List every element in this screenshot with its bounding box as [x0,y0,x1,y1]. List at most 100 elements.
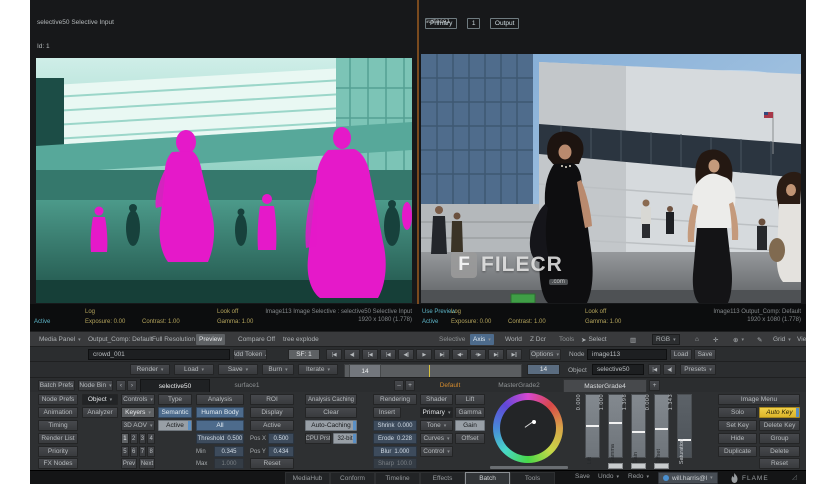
prev-edit-button[interactable]: ◀+ [452,349,468,360]
roi-header[interactable]: ROI [250,394,294,405]
left-exposure-value[interactable]: Exposure: 0.00 [85,319,125,325]
split-view-icon[interactable]: ▥ [627,334,639,345]
viewer-divider[interactable] [417,0,419,304]
shrink-field[interactable]: Shrink 0.000 [373,420,417,431]
page-8-button[interactable]: 8 [147,446,155,457]
save-status[interactable]: Save [575,473,590,480]
auto-caching-toggle[interactable]: Auto-Caching [305,420,357,431]
saturation-slider[interactable]: 1.343 Saturation [668,392,692,468]
home-icon[interactable]: ⌂ [692,334,702,345]
full-resolution-button[interactable]: Full Resolution [149,334,198,345]
render-dropdown[interactable]: Render [130,364,170,375]
page-2-button[interactable]: 2 [129,433,138,444]
left-look-label[interactable]: Look off [217,309,238,315]
hide-button[interactable]: Hide [718,433,757,444]
aov-dropdown[interactable]: 3D AOV [121,420,155,431]
timebar-frame-tab[interactable]: 14 [349,364,381,378]
tab-batch[interactable]: Batch [465,472,510,484]
step-forward-button[interactable]: ▶| [434,349,450,360]
tab-effects[interactable]: Effects [420,472,465,484]
goto-start-button[interactable]: |◀ [326,349,342,360]
analyzer-button[interactable]: Analyzer [82,407,118,418]
primary-dropdown[interactable]: Primary [420,407,453,418]
bit-depth-toggle[interactable]: 32-bit [333,433,357,444]
start-frame-field[interactable]: SF: 1 [288,349,320,360]
world-dropdown[interactable]: World [502,334,525,345]
max-field[interactable]: 1.000 [214,458,244,469]
batch-prefs-button[interactable]: Batch Prefs [38,380,75,391]
curves-dropdown[interactable]: Curves [420,433,453,444]
timing-button[interactable]: Timing [38,420,78,431]
posy-field[interactable]: 0.434 [268,446,294,457]
page-next-button[interactable]: Next [139,458,155,469]
right-exposure-value[interactable]: Exposure: 0.00 [451,319,491,325]
priority-button[interactable]: Priority [38,446,78,457]
object-prev-button[interactable]: |◀ [648,364,661,375]
object-next-button[interactable]: ◀| [663,364,676,375]
channel-dropdown[interactable]: RGB [652,334,680,345]
axis-dropdown[interactable]: Axis [470,334,494,345]
primary-button[interactable]: Primary [425,18,458,29]
insert-button[interactable]: Insert [373,407,401,418]
left-contrast-value[interactable]: Contrast: 1.00 [142,319,180,325]
render-list-button[interactable]: Render List [38,433,78,444]
output-button[interactable]: Output [489,18,520,29]
reset-button[interactable]: Reset [759,458,800,469]
grade-tab-default[interactable]: Default [428,379,472,391]
output-comp-label[interactable]: Output_Comp: Default [85,334,156,345]
next-key-button[interactable]: ▶| [488,349,504,360]
min-field[interactable]: 0.345 [214,446,244,457]
page-prev-button[interactable]: Prev [121,458,137,469]
page-3-button[interactable]: 3 [138,433,147,444]
delete-key-button[interactable]: Delete Key [759,420,800,431]
step-back-button[interactable]: |◀ [380,349,396,360]
view-menu[interactable]: View [794,334,806,345]
tab-scroll-right[interactable]: › [127,380,137,391]
grade-tab-mastergrade4[interactable]: MasterGrade4 [563,379,647,393]
load-button[interactable]: Load [670,349,692,360]
tab-add-left-button[interactable]: + [405,380,415,391]
clip-name-field[interactable]: crowd_001 [88,349,230,360]
sharp-field[interactable]: Sharp 100.0 [373,458,417,469]
controls-dropdown[interactable]: Controls [121,394,155,405]
left-gamma-value[interactable]: Gamma: 1.00 [217,319,253,325]
goto-end-button[interactable]: ▶|| [506,349,522,360]
gamma-button[interactable]: Gamma [455,407,485,418]
node-name-field[interactable]: image113 [587,349,667,360]
offset-button[interactable]: Offset [455,433,485,444]
page-1-button[interactable]: 1 [121,433,129,444]
grade-tab-add-button[interactable]: + [649,380,660,391]
threshold-field[interactable]: Threshold 0.500 [196,433,244,444]
save-setup-dropdown[interactable]: Save [218,364,258,375]
right-active-indicator[interactable]: Active [422,319,438,325]
set-key-button[interactable]: Set Key [718,420,757,431]
offset-slider[interactable]: 0.000 Offset [645,392,669,469]
gamma-slider[interactable]: 1.000 Gamma [599,392,623,469]
save-button[interactable]: Save [694,349,716,360]
page-5-button[interactable]: 5 [121,446,129,457]
tab-scroll-left[interactable]: ‹ [116,380,126,391]
node-prefs-button[interactable]: Node Prefs [38,394,78,405]
type-button[interactable]: Type [158,394,192,405]
delete-button[interactable]: Delete [759,446,800,457]
gain-slider[interactable]: 1.398 Gain [622,392,646,469]
right-contrast-value[interactable]: Contrast: 1.00 [508,319,546,325]
tab-selective50[interactable]: selective50 [140,379,210,393]
page-4-button[interactable]: 4 [147,433,155,444]
roi-active-button[interactable]: Active [250,420,294,431]
auto-key-toggle[interactable]: Auto Key [759,407,800,418]
playhead[interactable] [429,365,430,377]
animation-button[interactable]: Animation [38,407,78,418]
right-log-label[interactable]: Log [451,309,461,315]
active-toggle[interactable]: Active [158,420,192,431]
semantic-button[interactable]: Semantic [158,407,192,418]
current-frame-field[interactable]: 14 [527,364,560,375]
all-button[interactable]: All [196,420,244,431]
duplicate-button[interactable]: Duplicate [718,446,757,457]
globe-dropdown-icon[interactable]: ⊕ [730,334,747,345]
user-account-chip[interactable]: will.harris@l [658,472,718,484]
analysis-caching-header[interactable]: Analysis Caching [305,394,357,405]
tree-explode-button[interactable]: tree explode [280,334,322,345]
object-name-field[interactable]: selective50 [592,364,644,375]
analysis-header[interactable]: Analysis [196,394,244,405]
